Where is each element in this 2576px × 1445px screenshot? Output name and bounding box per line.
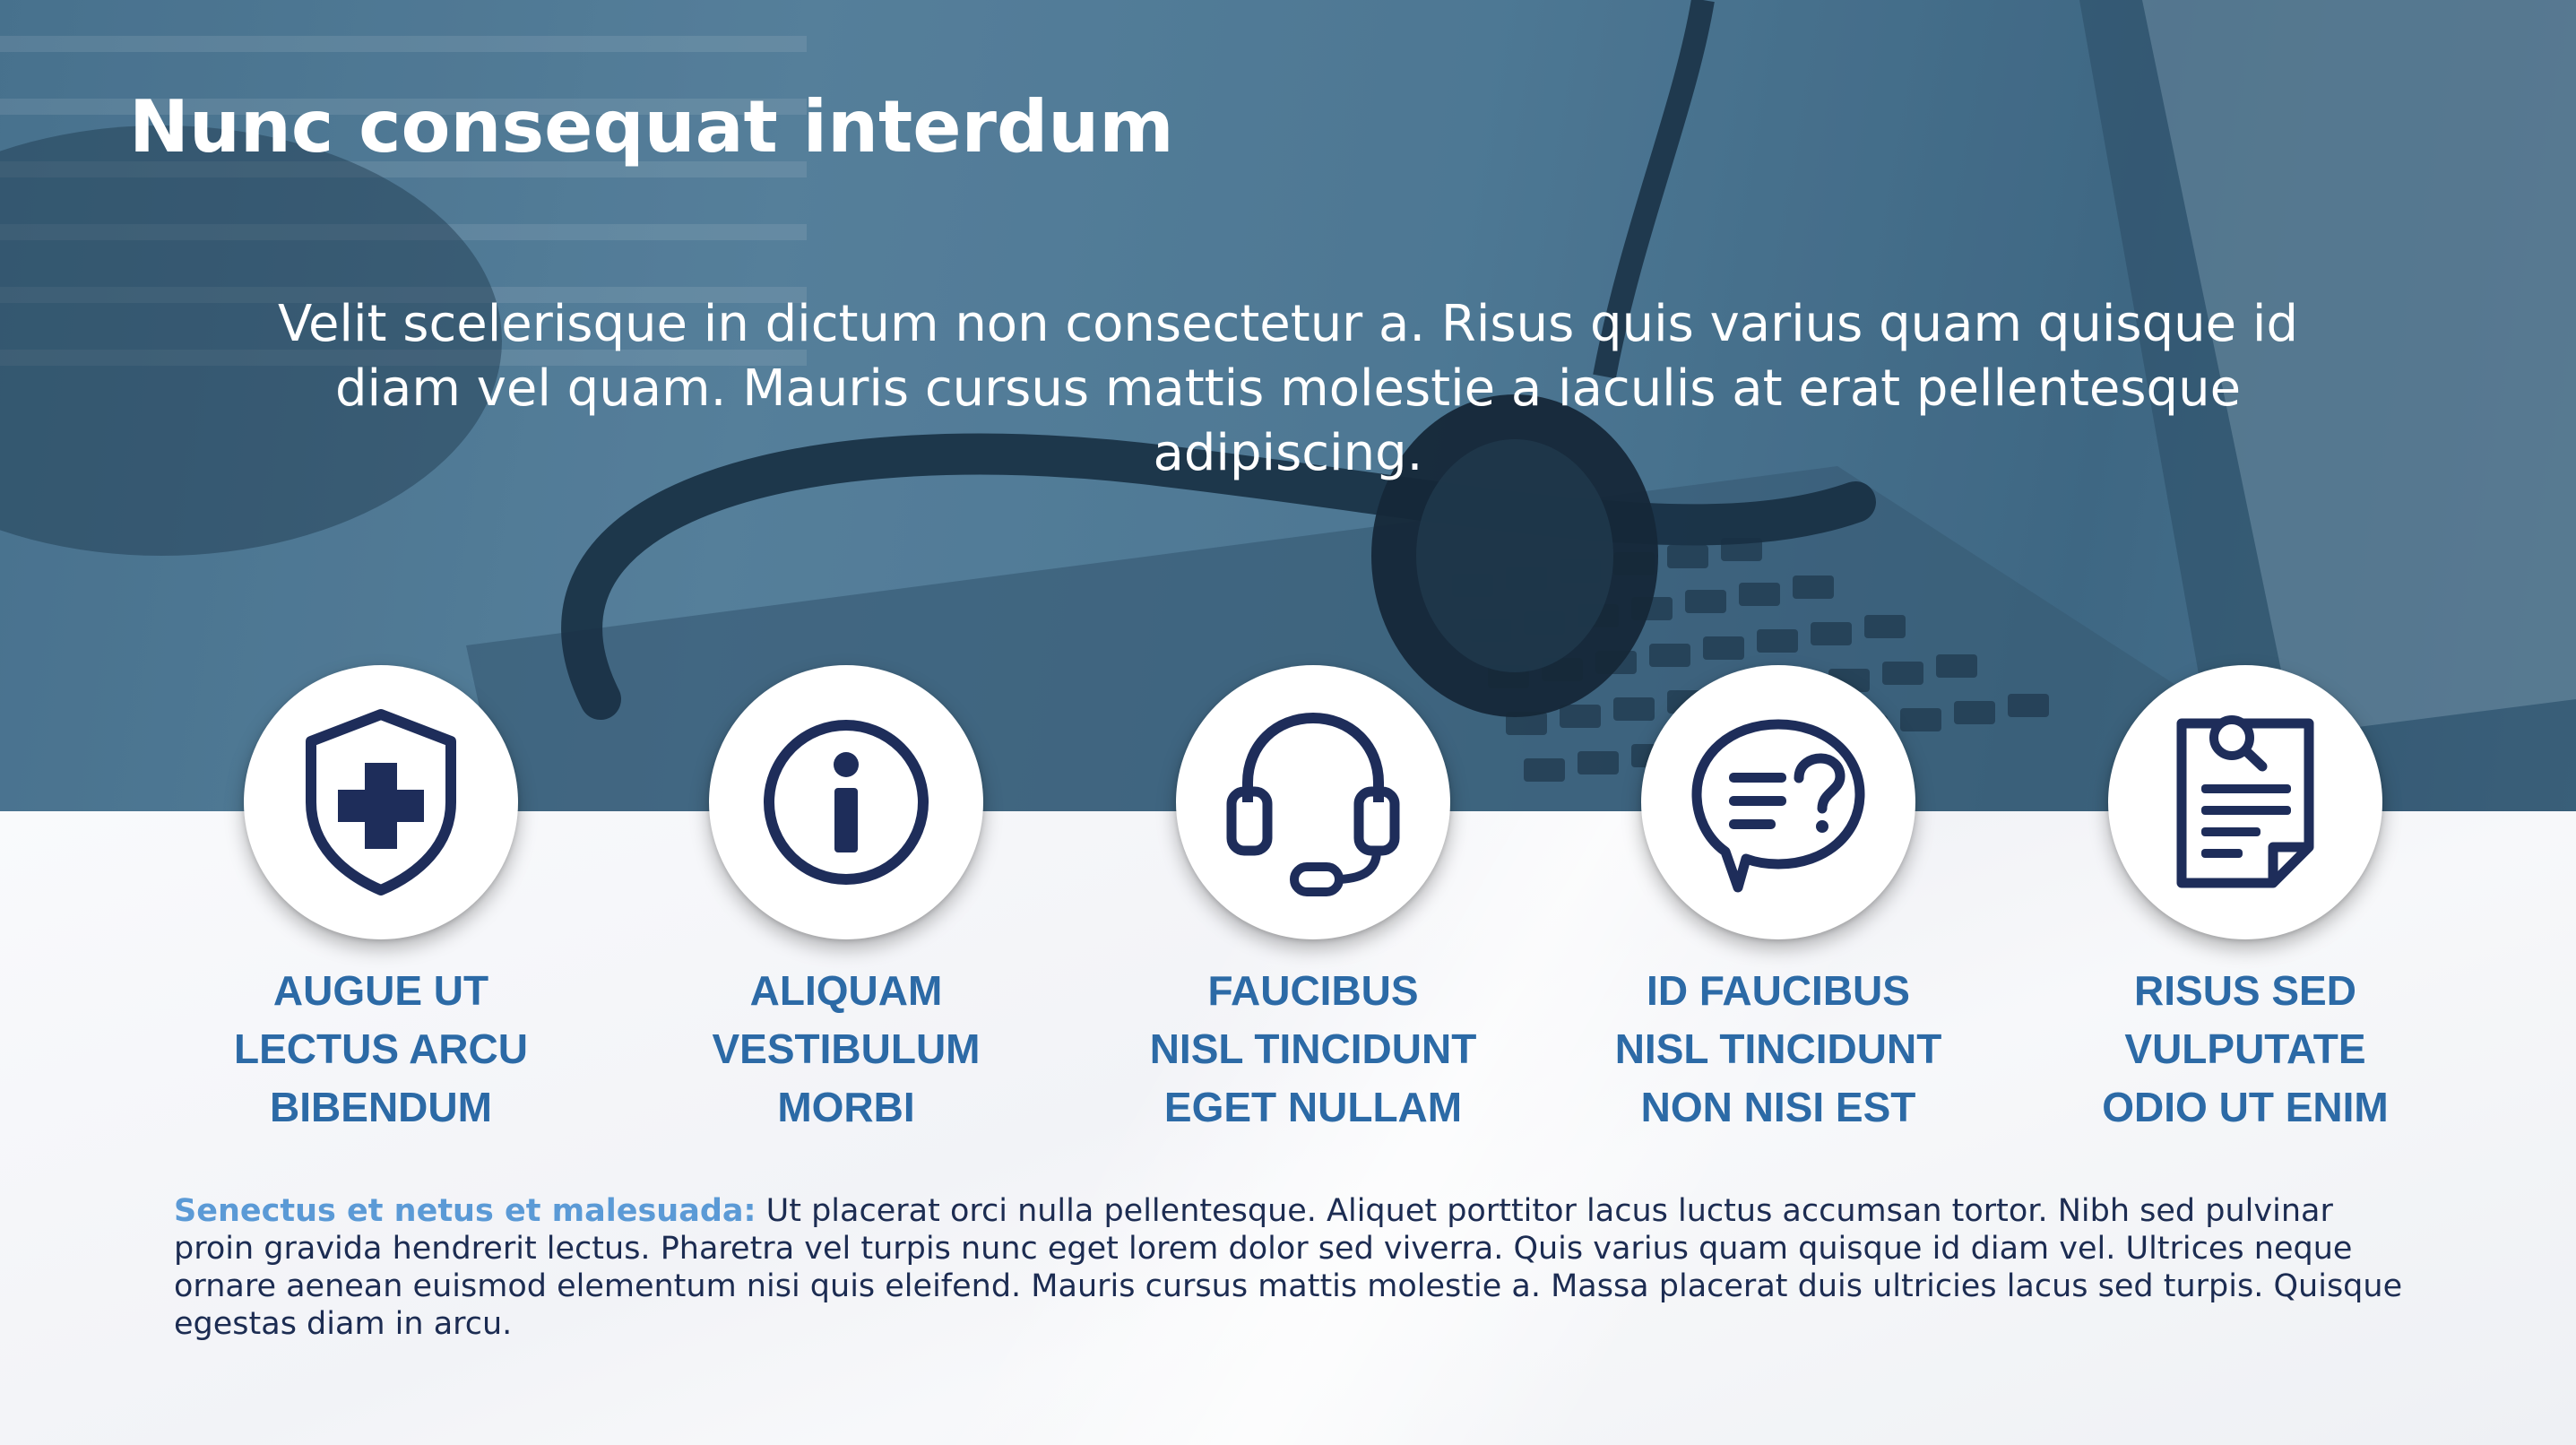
feature-circle xyxy=(709,665,983,939)
intro-text: Velit scelerisque in dictum non consecte… xyxy=(278,295,2298,482)
info-icon xyxy=(764,720,929,885)
body-lead: Senectus et netus et malesuada: xyxy=(174,1193,756,1229)
feature-circle xyxy=(2108,665,2382,939)
feature-circle xyxy=(244,665,518,939)
slide-title: Nunc consequat interdum xyxy=(129,85,1174,169)
feature-circle xyxy=(1641,665,1915,939)
feature-label: ID FAUCIBUS NISL TINCIDUNT NON NISI EST xyxy=(1614,967,1942,1130)
document-search-icon xyxy=(2176,715,2314,888)
feature-circle xyxy=(1176,665,1450,939)
body-paragraph: Senectus et netus et malesuada: Ut place… xyxy=(174,1192,2415,1343)
slide: Nunc consequat interdum Velit scelerisqu… xyxy=(0,0,2576,1445)
feature-label: ALIQUAM VESTIBULUM MORBI xyxy=(712,967,981,1130)
shield-plus-icon xyxy=(306,709,456,896)
chat-question-icon xyxy=(1691,719,1865,893)
headset-icon xyxy=(1226,712,1400,896)
feature-label: AUGUE UT LECTUS ARCU BIBENDUM xyxy=(234,967,528,1130)
feature-label: FAUCIBUS NISL TINCIDUNT EGET NULLAM xyxy=(1149,967,1477,1130)
feature-label: RISUS SED VULPUTATE ODIO UT ENIM xyxy=(2102,967,2389,1130)
